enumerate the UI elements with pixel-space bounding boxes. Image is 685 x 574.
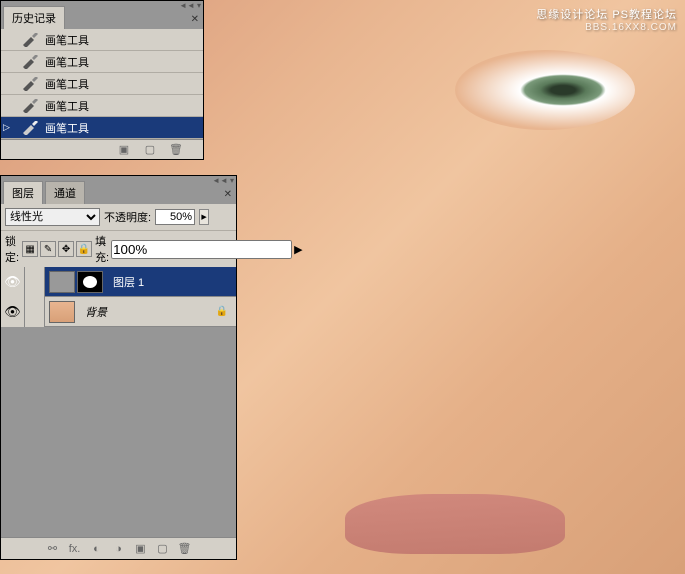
history-item-label: 画笔工具 — [45, 32, 89, 48]
layer-thumbnail[interactable] — [49, 271, 75, 293]
visibility-toggle-icon[interactable]: 👁 — [1, 297, 25, 327]
panel-menu-icon[interactable]: ▾ — [230, 176, 234, 185]
layer-name-label[interactable]: 图层 1 — [107, 274, 144, 290]
brush-icon — [21, 121, 39, 135]
image-eye-region — [455, 50, 635, 130]
history-item[interactable]: 画笔工具 — [1, 51, 203, 73]
fill-label: 填充: — [95, 233, 109, 265]
history-item-label: 画笔工具 — [45, 76, 89, 92]
history-item-label: 画笔工具 — [45, 98, 89, 114]
opacity-flyout-icon[interactable]: ▶ — [199, 209, 209, 225]
panel-close-icon[interactable]: ✕ — [191, 14, 199, 25]
history-current-marker-icon: ▷ — [3, 122, 15, 133]
new-snapshot-icon[interactable]: ▢ — [143, 144, 157, 156]
watermark: 思缘设计论坛 PS教程论坛 BBS.16XX8.COM — [536, 6, 677, 33]
history-item[interactable]: 画笔工具 — [1, 73, 203, 95]
layers-panel: ◄◄ ▾ 图层 通道 ✕ 线性光 不透明度: ▶ 锁定: ▦ ✎ ✥ 🔒 填充:… — [0, 175, 237, 560]
tab-layers[interactable]: 图层 — [3, 181, 43, 204]
history-item-label: 画笔工具 — [45, 120, 89, 136]
panel-menu-icon[interactable]: ▾ — [197, 1, 201, 10]
lock-all-icon[interactable]: 🔒 — [76, 241, 92, 257]
adjustment-layer-icon[interactable]: ◑ — [112, 543, 126, 555]
layers-footer: ⚯ fx. ◐ ◑ ▣ ▢ 🗑 — [1, 537, 236, 559]
brush-icon — [21, 77, 39, 91]
new-group-icon[interactable]: ▣ — [134, 543, 148, 555]
brush-icon — [21, 99, 39, 113]
history-item[interactable]: 画笔工具 — [1, 29, 203, 51]
layers-list: 👁 图层 1 👁 背景 🔒 — [1, 267, 236, 537]
lock-label: 锁定: — [5, 233, 19, 265]
layer-item[interactable]: 👁 背景 🔒 — [1, 297, 236, 327]
history-tabs: 历史记录 ✕ — [1, 9, 203, 29]
tab-history[interactable]: 历史记录 — [3, 6, 65, 29]
brush-icon — [21, 33, 39, 47]
blend-mode-select[interactable]: 线性光 — [5, 208, 100, 226]
create-document-icon[interactable]: ▣ — [117, 144, 131, 156]
add-mask-icon[interactable]: ◐ — [90, 543, 104, 555]
lock-pixels-icon[interactable]: ✎ — [40, 241, 56, 257]
layer-link-area[interactable] — [25, 267, 45, 297]
layer-thumbnail[interactable] — [49, 301, 75, 323]
lock-icon: 🔒 — [216, 306, 228, 317]
visibility-toggle-icon[interactable]: 👁 — [1, 267, 25, 297]
layer-name-label[interactable]: 背景 — [79, 304, 107, 320]
watermark-suffix: PS教程论坛 — [612, 9, 677, 21]
opacity-label: 不透明度: — [104, 209, 151, 225]
panel-close-icon[interactable]: ✕ — [224, 189, 232, 200]
trash-icon[interactable]: 🗑 — [178, 543, 192, 555]
layer-style-icon[interactable]: fx. — [68, 543, 82, 555]
watermark-text-2: BBS.16XX8.COM — [536, 22, 677, 33]
image-lips-region — [345, 494, 565, 554]
lock-position-icon[interactable]: ✥ — [58, 241, 74, 257]
layer-link-area[interactable] — [25, 297, 45, 327]
history-item-label: 画笔工具 — [45, 54, 89, 70]
link-layers-icon[interactable]: ⚯ — [46, 543, 60, 555]
layer-item[interactable]: 👁 图层 1 — [1, 267, 236, 297]
layers-blend-row: 线性光 不透明度: ▶ — [1, 204, 236, 230]
new-layer-icon[interactable]: ▢ — [156, 543, 170, 555]
opacity-input[interactable] — [155, 209, 195, 225]
brush-icon — [21, 55, 39, 69]
fill-input[interactable] — [111, 240, 292, 259]
trash-icon[interactable]: 🗑 — [169, 144, 183, 156]
history-panel: ◄◄ ▾ 历史记录 ✕ 画笔工具 画笔工具 画笔工具 画笔工具 ▷ 画笔工具 ▣ — [0, 0, 204, 160]
history-item[interactable]: ▷ 画笔工具 — [1, 117, 203, 139]
collapse-icon[interactable]: ◄◄ — [179, 1, 195, 10]
fill-flyout-icon[interactable]: ▶ — [294, 243, 302, 256]
watermark-text-1: 思缘设计论坛 — [536, 9, 608, 21]
collapse-icon[interactable]: ◄◄ — [212, 176, 228, 185]
history-footer: ▣ ▢ 🗑 — [1, 139, 203, 159]
layer-mask-thumbnail[interactable] — [77, 271, 103, 293]
layers-lock-row: 锁定: ▦ ✎ ✥ 🔒 填充: ▶ — [1, 230, 236, 267]
history-list: 画笔工具 画笔工具 画笔工具 画笔工具 ▷ 画笔工具 — [1, 29, 203, 139]
lock-transparency-icon[interactable]: ▦ — [22, 241, 38, 257]
layers-tabs: 图层 通道 ✕ — [1, 184, 236, 204]
tab-channels[interactable]: 通道 — [45, 181, 85, 204]
history-item[interactable]: 画笔工具 — [1, 95, 203, 117]
